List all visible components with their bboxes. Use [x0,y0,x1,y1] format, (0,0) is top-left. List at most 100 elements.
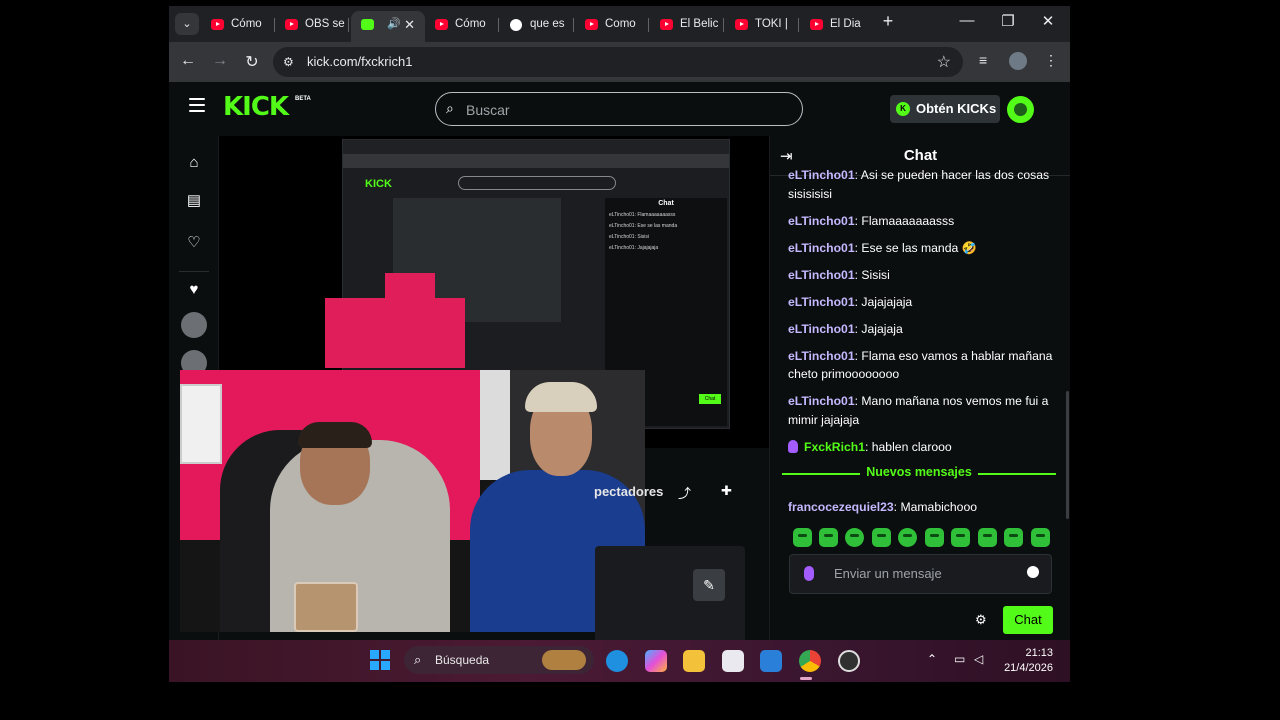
outlook-icon[interactable] [760,650,782,672]
back-icon[interactable]: ← [177,52,199,70]
speaker-icon[interactable]: 🔊 [387,11,401,38]
volume-icon[interactable]: ◁ [974,652,983,666]
chat-messages: eLTincho01: Asi se pueden hacer las dos … [788,168,1058,465]
minimize-icon[interactable]: — [952,12,982,29]
browser-tab[interactable]: Como [575,11,649,38]
obs-icon[interactable] [838,650,860,672]
browser-tab[interactable]: Cómo [201,11,275,38]
browse-icon[interactable]: ▤ [186,191,202,209]
user-avatar[interactable] [1007,96,1034,123]
bookmark-star-icon[interactable]: ☆ [937,52,951,72]
kicks-coin-icon: K [896,102,910,116]
viewers-label: pectadores [594,484,664,499]
site-info-icon[interactable]: ⚙ [283,55,299,69]
chat-message: eLTincho01: Flamaaaaaaasss [788,213,955,228]
chat-settings-icon[interactable]: ⚙ [975,612,987,628]
chat-message: eLTincho01: Ese se las manda 🤣 [788,240,977,255]
browser-tab-active[interactable]: 🔊 ✕ [351,11,425,42]
store-icon[interactable] [722,650,744,672]
add-user-icon[interactable]: ✚ [721,483,732,499]
browser-tab[interactable]: TOKI | [725,11,799,38]
chat-message: eLTincho01: Jajajajaja [788,294,913,309]
browser-tab[interactable]: El Dia [800,11,874,38]
tray-chevron-icon[interactable]: ⌃ [927,652,937,666]
nested-video [325,198,561,368]
windows-start-icon[interactable] [370,650,390,670]
beer-glass [294,582,358,632]
youtube-icon [435,19,448,30]
emote-icon[interactable] [1031,528,1050,547]
copilot-icon[interactable] [645,650,667,672]
windows-taskbar: ⌕ Búsqueda ⌃ ▭ ◁ 21:13 21/4/2026 [169,640,1070,682]
emote-bar [788,528,1052,550]
video-player[interactable]: KICK Chat eLTincho01: Flamaaaaaaasss eLT… [180,136,769,632]
emote-icon[interactable] [819,528,838,547]
chat-scrollbar[interactable] [1066,391,1069,519]
broadcaster-mic-icon [788,439,798,453]
chat-message: eLTincho01: Sisisi [788,267,890,282]
browser-tab[interactable]: Cómo [425,11,499,38]
chat-message: eLTincho01: Asi se pueden hacer las dos … [788,168,1050,201]
chat-message: eLTincho01: Flama eso vamos a hablar mañ… [788,348,1053,382]
search-icon: ⌕ [446,100,454,116]
taskbar-search[interactable]: ⌕ Búsqueda [404,646,594,674]
reload-icon[interactable]: ↻ [241,52,263,72]
youtube-icon [810,19,823,30]
youtube-icon [585,19,598,30]
emote-icon[interactable] [793,528,812,547]
tab-search-button[interactable]: ⌄ [175,13,199,35]
taskbar-clock[interactable]: 21:13 21/4/2026 [995,646,1053,676]
close-window-icon[interactable]: ✕ [1033,12,1063,30]
emote-icon[interactable] [898,528,917,547]
search-highlight-image [542,650,586,670]
chat-message-input[interactable]: Enviar un mensaje [789,554,1052,594]
address-bar: ← → ↻ ⚙ kick.com/fxckrich1 ☆ ≡ ⋮ [169,42,1070,82]
browser-tab[interactable]: El Belic [650,11,724,38]
emote-icon[interactable] [845,528,864,547]
emote-icon[interactable] [925,528,944,547]
followed-channels-icon[interactable]: ♥ [186,281,202,298]
webcam-overlay [180,370,645,632]
browser-tab[interactable]: que es [500,11,574,38]
share-icon[interactable]: ⤴ [678,483,691,502]
chat-message: francocezequiel23: Mamabichooo [788,500,978,514]
browser-menu-icon[interactable]: ⋮ [1044,52,1058,69]
edge-icon[interactable] [606,650,628,672]
home-icon[interactable]: ⌂ [186,154,202,171]
emote-icon[interactable] [951,528,970,547]
emote-icon[interactable] [978,528,997,547]
emote-icon[interactable] [1004,528,1023,547]
send-chat-button[interactable]: Chat [1003,606,1053,634]
media-control-icon[interactable]: ≡ [979,52,987,68]
mic-icon [804,566,814,581]
google-icon [510,19,522,31]
forward-icon[interactable]: → [209,52,231,70]
chrome-icon[interactable] [799,650,821,672]
get-kicks-button[interactable]: K Obtén KICKs [890,95,1000,123]
url-field[interactable]: ⚙ kick.com/fxckrich1 ☆ [273,47,963,77]
nested-kick-logo: KICK [365,178,392,190]
edit-pencil-icon[interactable]: ✎ [693,569,725,601]
new-tab-icon[interactable]: + [873,11,903,32]
file-explorer-icon[interactable] [683,650,705,672]
profile-avatar-icon[interactable] [1009,52,1027,70]
screen: ⌄ Cómo OBS se 🔊 ✕ Cómo que es Como El Bel… [169,6,1070,682]
close-tab-icon[interactable]: ✕ [404,11,415,38]
hamburger-menu-icon[interactable] [189,98,205,112]
kick-logo[interactable]: KICK [223,92,289,122]
new-messages-divider: Nuevos mensajes [782,465,1056,480]
emoji-picker-icon[interactable] [1027,566,1039,578]
youtube-icon [735,19,748,30]
following-icon[interactable]: ♡ [186,233,202,251]
youtube-icon [660,19,673,30]
wall-paper [180,384,222,464]
chat-message: eLTincho01: Jajajaja [788,321,903,336]
restore-icon[interactable]: ❐ [993,12,1023,30]
browser-tab[interactable]: OBS se [275,11,349,38]
network-icon[interactable]: ▭ [954,652,965,666]
beta-badge: BETA [295,96,311,102]
chat-message: eLTincho01: Mano mañana nos vemos me fui… [788,394,1049,427]
search-input[interactable]: ⌕ Buscar [435,92,803,126]
emote-icon[interactable] [872,528,891,547]
channel-avatar[interactable] [181,312,207,338]
